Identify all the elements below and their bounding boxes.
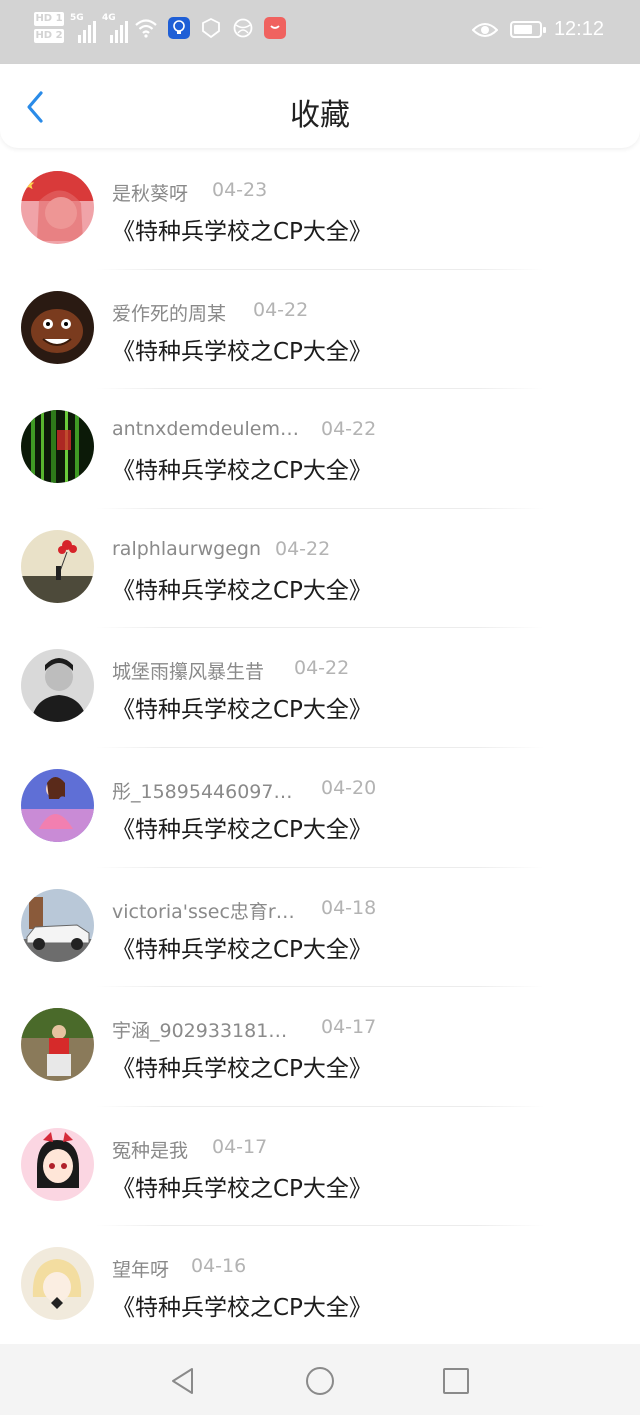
list-item[interactable]: 冤种是我 04-17 《特种兵学校之CP大全》	[0, 1107, 640, 1227]
date: 04-22	[321, 418, 377, 441]
signal-5g-icon: 5G	[70, 13, 96, 43]
username: 望年呀	[112, 1259, 170, 1282]
book-title: 《特种兵学校之CP大全》	[112, 1056, 372, 1083]
ball-app-icon	[232, 17, 254, 39]
avatar[interactable]	[21, 290, 94, 364]
system-nav-bar	[0, 1344, 640, 1415]
shopping-bag-app-icon	[264, 16, 286, 39]
eye-icon	[471, 22, 498, 37]
date: 04-17	[212, 1135, 268, 1158]
page-header: 收藏	[0, 64, 640, 148]
signal-4g-icon: 4G	[102, 13, 128, 43]
date: 04-18	[321, 896, 377, 919]
book-title: 《特种兵学校之CP大全》	[112, 458, 372, 485]
favorites-list: 是秋葵呀 04-23 《特种兵学校之CP大全》 爱作死的周某 04-22 《特种…	[0, 150, 640, 1346]
status-left: HD 1 HD 2 5G 4G	[34, 12, 286, 43]
username: 冤种是我	[112, 1139, 189, 1162]
sim-badges: HD 1 HD 2	[34, 12, 64, 43]
avatar[interactable]	[21, 649, 94, 723]
avatar[interactable]	[21, 410, 94, 484]
username: 是秋葵呀	[112, 183, 189, 205]
date: 04-22	[275, 537, 331, 560]
badge-app-icon	[200, 17, 222, 39]
avatar[interactable]	[21, 1008, 94, 1082]
list-item[interactable]: ralphlaurwgegn 04-22 《特种兵学校之CP大全》	[0, 509, 640, 629]
date: 04-17	[321, 1016, 377, 1039]
battery-icon	[509, 21, 546, 38]
clock: 12:12	[553, 18, 604, 40]
avatar[interactable]	[21, 768, 94, 842]
date: 04-20	[321, 776, 377, 799]
date: 04-22	[253, 298, 309, 321]
date: 04-16	[191, 1255, 247, 1278]
network-label-4g: 4G	[102, 12, 116, 23]
triangle-back-icon[interactable]	[168, 1366, 198, 1396]
list-item[interactable]: 望年呀 04-16 《特种兵学校之CP大全》	[0, 1226, 640, 1346]
username: victoria'ssec忠育r…	[112, 900, 295, 923]
sim2-badge: HD 2	[34, 29, 64, 43]
username: ralphlaurwgegn	[112, 537, 262, 560]
avatar[interactable]	[21, 171, 94, 244]
username: 城堡雨攥风暴生昔	[112, 661, 265, 684]
network-label-5g: 5G	[70, 12, 84, 23]
circle-home-icon[interactable]	[305, 1366, 335, 1396]
book-title: 《特种兵学校之CP大全》	[112, 338, 372, 365]
book-title: 《特种兵学校之CP大全》	[112, 1295, 372, 1322]
wifi-icon	[135, 18, 157, 38]
username: 爱作死的周某	[112, 302, 227, 325]
date: 04-23	[212, 179, 268, 201]
list-item[interactable]: 是秋葵呀 04-23 《特种兵学校之CP大全》	[0, 150, 640, 270]
status-bar: HD 1 HD 2 5G 4G 12:12	[0, 0, 640, 64]
book-title: 《特种兵学校之CP大全》	[112, 1175, 372, 1202]
avatar[interactable]	[21, 529, 94, 603]
list-item[interactable]: 宇涵_902933181… 04-17 《特种兵学校之CP大全》	[0, 987, 640, 1107]
bulb-app-icon	[168, 16, 190, 39]
username: 宇涵_902933181…	[112, 1020, 288, 1043]
username: antnxdemdeulem…	[112, 418, 299, 441]
date: 04-22	[294, 657, 350, 680]
avatar[interactable]	[21, 888, 94, 962]
list-item[interactable]: antnxdemdeulem… 04-22 《特种兵学校之CP大全》	[0, 389, 640, 509]
sim1-badge: HD 1	[34, 12, 64, 26]
list-item[interactable]: 城堡雨攥风暴生昔 04-22 《特种兵学校之CP大全》	[0, 628, 640, 748]
square-recents-icon[interactable]	[441, 1366, 471, 1396]
avatar[interactable]	[21, 1127, 94, 1201]
list-item[interactable]: 爱作死的周某 04-22 《特种兵学校之CP大全》	[0, 270, 640, 390]
username: 彤_15895446097…	[112, 780, 293, 803]
book-title: 《特种兵学校之CP大全》	[112, 577, 372, 604]
book-title: 《特种兵学校之CP大全》	[112, 936, 372, 963]
book-title: 《特种兵学校之CP大全》	[112, 697, 372, 724]
book-title: 《特种兵学校之CP大全》	[112, 219, 372, 245]
list-item[interactable]: 彤_15895446097… 04-20 《特种兵学校之CP大全》	[0, 748, 640, 868]
avatar[interactable]	[21, 1247, 94, 1321]
page-title: 收藏	[290, 98, 350, 133]
status-right: 12:12	[471, 18, 604, 41]
book-title: 《特种兵学校之CP大全》	[112, 816, 372, 843]
list-item[interactable]: victoria'ssec忠育r… 04-18 《特种兵学校之CP大全》	[0, 868, 640, 988]
